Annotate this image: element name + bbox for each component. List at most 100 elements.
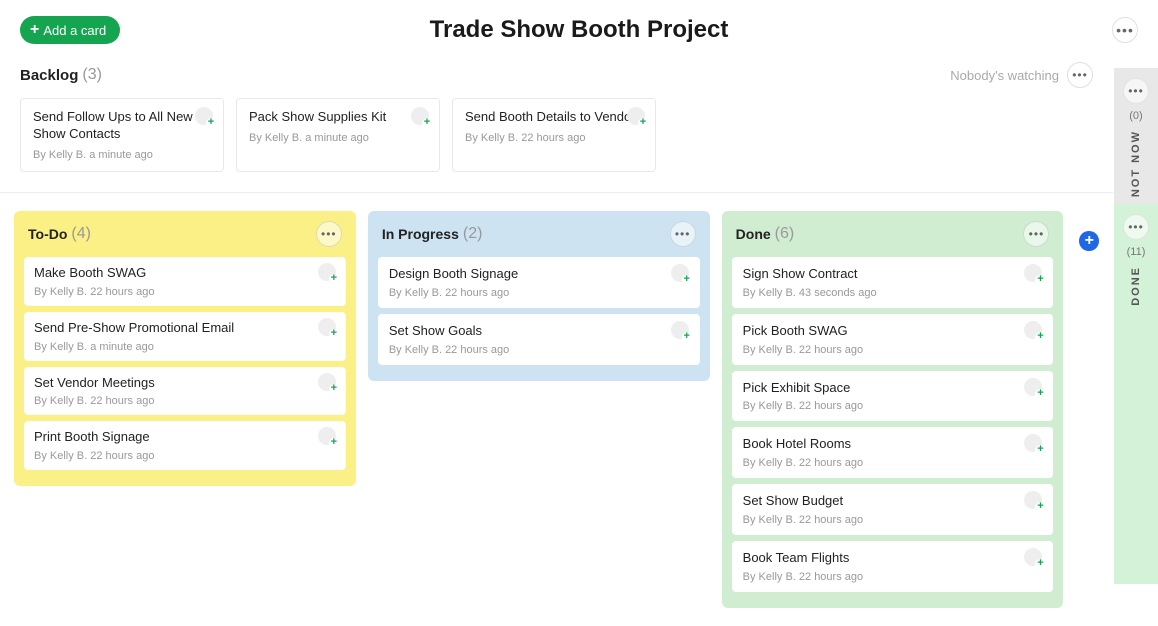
- card-title: Set Show Budget: [743, 493, 1043, 510]
- rail-label: NOT NOW: [1130, 130, 1142, 197]
- column-title: In Progress: [382, 226, 459, 242]
- avatar-plus-icon: +: [422, 118, 432, 128]
- column-card[interactable]: Pick Booth SWAG By Kelly B. 22 hours ago…: [732, 314, 1054, 365]
- backlog-card[interactable]: Pack Show Supplies Kit By Kelly B. a min…: [236, 98, 440, 172]
- column-more-button[interactable]: •••: [316, 221, 342, 247]
- backlog-more-button[interactable]: •••: [1067, 62, 1093, 88]
- card-title: Send Booth Details to Vendors: [465, 109, 643, 126]
- assign-avatar[interactable]: +: [318, 263, 338, 283]
- card-title: Book Team Flights: [743, 550, 1043, 567]
- avatar-plus-icon: +: [329, 329, 339, 339]
- assign-avatar[interactable]: +: [318, 427, 338, 447]
- column-card[interactable]: Book Hotel Rooms By Kelly B. 22 hours ag…: [732, 427, 1054, 478]
- assign-avatar[interactable]: +: [318, 318, 338, 338]
- avatar-plus-icon: +: [1035, 389, 1045, 399]
- backlog-card[interactable]: Send Booth Details to Vendors By Kelly B…: [452, 98, 656, 172]
- assign-avatar[interactable]: +: [1024, 321, 1044, 341]
- avatar-placeholder-icon: +: [411, 107, 429, 125]
- add-column-button[interactable]: +: [1079, 231, 1099, 251]
- avatar-plus-icon: +: [329, 274, 339, 284]
- column-card[interactable]: Set Vendor Meetings By Kelly B. 22 hours…: [24, 367, 346, 416]
- backlog-title: Backlog: [20, 67, 78, 84]
- column-inprogress: In Progress (2) ••• Design Booth Signage…: [368, 211, 710, 381]
- card-meta: By Kelly B. 22 hours ago: [743, 457, 1043, 469]
- avatar-plus-icon: +: [1035, 502, 1045, 512]
- column-card[interactable]: Pick Exhibit Space By Kelly B. 22 hours …: [732, 371, 1054, 422]
- card-title: Design Booth Signage: [389, 266, 689, 283]
- assign-avatar[interactable]: +: [671, 264, 691, 284]
- assign-avatar[interactable]: +: [1024, 434, 1044, 454]
- assign-avatar[interactable]: +: [627, 107, 647, 127]
- rail-count: (11): [1127, 246, 1146, 258]
- column-count: (2): [463, 225, 483, 243]
- column-card[interactable]: Send Pre-Show Promotional Email By Kelly…: [24, 312, 346, 361]
- assign-avatar[interactable]: +: [318, 373, 338, 393]
- card-meta: By Kelly B. 22 hours ago: [34, 286, 336, 298]
- avatar-placeholder-icon: +: [1024, 378, 1042, 396]
- column-header: Done (6) •••: [732, 221, 1054, 247]
- column-title: Done: [736, 226, 771, 242]
- avatar-placeholder-icon: +: [1024, 264, 1042, 282]
- card-title: Send Pre-Show Promotional Email: [34, 320, 336, 337]
- card-title: Set Vendor Meetings: [34, 375, 336, 392]
- avatar-placeholder-icon: +: [1024, 548, 1042, 566]
- card-title: Print Booth Signage: [34, 429, 336, 446]
- avatar-placeholder-icon: +: [318, 373, 336, 391]
- avatar-plus-icon: +: [682, 332, 692, 342]
- page-more-button[interactable]: •••: [1112, 17, 1138, 43]
- column-card[interactable]: Book Team Flights By Kelly B. 22 hours a…: [732, 541, 1054, 592]
- card-meta: By Kelly B. 22 hours ago: [389, 344, 689, 356]
- card-title: Pick Exhibit Space: [743, 380, 1043, 397]
- avatar-placeholder-icon: +: [671, 264, 689, 282]
- column-card[interactable]: Sign Show Contract By Kelly B. 43 second…: [732, 257, 1054, 308]
- card-title: Pack Show Supplies Kit: [249, 109, 427, 126]
- backlog-card[interactable]: Send Follow Ups to All New Show Contacts…: [20, 98, 224, 172]
- column-title: To-Do: [28, 226, 67, 242]
- column-more-button[interactable]: •••: [670, 221, 696, 247]
- assign-avatar[interactable]: +: [1024, 548, 1044, 568]
- backlog-header: Backlog (3) Nobody's watching •••: [20, 62, 1093, 88]
- rail-more-button[interactable]: •••: [1123, 78, 1149, 104]
- assign-avatar[interactable]: +: [1024, 491, 1044, 511]
- avatar-placeholder-icon: +: [1024, 434, 1042, 452]
- card-meta: By Kelly B. 22 hours ago: [743, 344, 1043, 356]
- card-title: Sign Show Contract: [743, 266, 1043, 283]
- column-card[interactable]: Set Show Budget By Kelly B. 22 hours ago…: [732, 484, 1054, 535]
- card-title: Make Booth SWAG: [34, 265, 336, 282]
- card-meta: By Kelly B. a minute ago: [249, 132, 427, 144]
- avatar-placeholder-icon: +: [671, 321, 689, 339]
- column-more-button[interactable]: •••: [1023, 221, 1049, 247]
- column-card[interactable]: Design Booth Signage By Kelly B. 22 hour…: [378, 257, 700, 308]
- rail-done[interactable]: ••• (11) DONE: [1114, 204, 1158, 584]
- avatar-placeholder-icon: +: [195, 107, 213, 125]
- column-todo: To-Do (4) ••• Make Booth SWAG By Kelly B…: [14, 211, 356, 487]
- avatar-placeholder-icon: +: [318, 427, 336, 445]
- rail-notnow[interactable]: ••• (0) NOT NOW: [1114, 68, 1158, 204]
- avatar-placeholder-icon: +: [627, 107, 645, 125]
- card-title: Set Show Goals: [389, 323, 689, 340]
- columns-row: To-Do (4) ••• Make Booth SWAG By Kelly B…: [0, 193, 1113, 626]
- avatar-plus-icon: +: [638, 118, 648, 128]
- assign-avatar[interactable]: +: [1024, 378, 1044, 398]
- card-meta: By Kelly B. 22 hours ago: [389, 287, 689, 299]
- column-card[interactable]: Make Booth SWAG By Kelly B. 22 hours ago…: [24, 257, 346, 306]
- avatar-placeholder-icon: +: [1024, 321, 1042, 339]
- page-title: Trade Show Booth Project: [430, 16, 729, 44]
- add-card-button[interactable]: + Add a card: [20, 16, 120, 44]
- rail-more-button[interactable]: •••: [1123, 214, 1149, 240]
- avatar-placeholder-icon: +: [1024, 491, 1042, 509]
- avatar-placeholder-icon: +: [318, 263, 336, 281]
- card-title: Send Follow Ups to All New Show Contacts: [33, 109, 211, 143]
- card-meta: By Kelly B. a minute ago: [33, 149, 211, 161]
- assign-avatar[interactable]: +: [1024, 264, 1044, 284]
- header: + Add a card Trade Show Booth Project ••…: [0, 0, 1158, 52]
- column-card[interactable]: Print Booth Signage By Kelly B. 22 hours…: [24, 421, 346, 470]
- assign-avatar[interactable]: +: [195, 107, 215, 127]
- add-card-label: Add a card: [43, 23, 106, 38]
- backlog-section: Backlog (3) Nobody's watching ••• Send F…: [0, 52, 1113, 193]
- avatar-plus-icon: +: [1035, 275, 1045, 285]
- assign-avatar[interactable]: +: [411, 107, 431, 127]
- column-card[interactable]: Set Show Goals By Kelly B. 22 hours ago …: [378, 314, 700, 365]
- avatar-plus-icon: +: [329, 438, 339, 448]
- assign-avatar[interactable]: +: [671, 321, 691, 341]
